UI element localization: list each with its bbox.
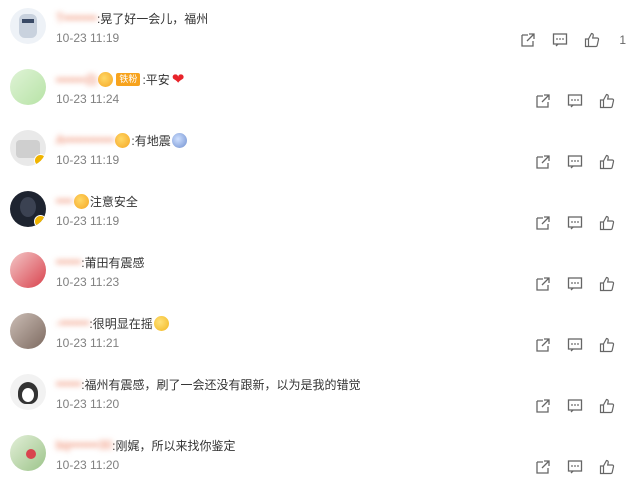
comment-text: 注意安全 <box>89 194 138 209</box>
avatar[interactable] <box>10 69 46 105</box>
username[interactable]: T•••••••• <box>56 11 97 25</box>
like-icon[interactable] <box>598 458 616 476</box>
timestamp: 10-23 11:24 <box>56 92 120 106</box>
timestamp: 10-23 11:20 <box>56 397 120 411</box>
timestamp: 10-23 11:20 <box>56 458 120 472</box>
comment-text: :平安 <box>142 72 170 87</box>
fan-badge: 铁粉 <box>116 72 141 86</box>
comment-icon[interactable] <box>566 214 584 232</box>
thinking-emoji-icon <box>153 315 169 331</box>
share-icon[interactable] <box>534 214 552 232</box>
share-icon[interactable] <box>519 31 537 49</box>
comment-text: :晃了好一会儿，福州 <box>96 11 209 26</box>
comment-icon[interactable] <box>566 336 584 354</box>
timestamp: 10-23 11:19 <box>56 153 120 167</box>
comment-icon[interactable] <box>551 31 569 49</box>
verified-badge-icon <box>34 154 46 166</box>
username[interactable]: •••••••白 <box>56 71 97 88</box>
avatar[interactable] <box>10 252 46 288</box>
heart-icon: ❤ <box>171 71 185 88</box>
comment-text: :福州有震感，刷了一会还没有跟新，以为是我的错觉 <box>81 377 361 392</box>
username[interactable]: A•••••••••••• <box>56 133 114 147</box>
timestamp: 10-23 11:21 <box>56 336 120 350</box>
comment-text: :有地震 <box>131 133 171 148</box>
emoji-icon <box>73 193 89 209</box>
username[interactable]: •••••• <box>56 377 81 391</box>
like-icon[interactable] <box>598 214 616 232</box>
comment-row: •••••• :福州有震感，刷了一会还没有跟新，以为是我的错觉 10-23 11… <box>0 366 640 427</box>
comment-icon[interactable] <box>566 275 584 293</box>
share-icon[interactable] <box>534 397 552 415</box>
like-icon[interactable] <box>598 336 616 354</box>
timestamp: 10-23 11:23 <box>56 275 120 289</box>
share-icon[interactable] <box>534 275 552 293</box>
username[interactable]: bq•••••••30 <box>56 438 112 452</box>
share-icon[interactable] <box>534 153 552 171</box>
verified-badge-icon <box>34 215 46 227</box>
comment-row: T•••••••• :晃了好一会儿，福州 10-23 11:19 1 <box>0 0 640 61</box>
avatar[interactable] <box>10 8 46 44</box>
avatar[interactable] <box>10 435 46 471</box>
avatar[interactable] <box>10 130 46 166</box>
like-icon[interactable] <box>598 92 616 110</box>
comment-icon[interactable] <box>566 153 584 171</box>
comment-icon[interactable] <box>566 397 584 415</box>
emoji-icon <box>115 132 131 148</box>
comment-list: T•••••••• :晃了好一会儿，福州 10-23 11:19 1 •••••… <box>0 0 640 479</box>
username[interactable]: •••• <box>56 194 73 208</box>
timestamp: 10-23 11:19 <box>56 31 120 45</box>
avatar[interactable] <box>10 191 46 227</box>
comment-row: •••••• :莆田有震感 10-23 11:23 <box>0 244 640 305</box>
like-count: 1 <box>619 33 626 47</box>
comment-text: :刚娓，所以来找你鉴定 <box>112 438 236 453</box>
comment-row: •••••••白 铁粉 :平安 ❤ 10-23 11:24 <box>0 61 640 122</box>
scared-emoji-icon <box>171 132 187 148</box>
avatar[interactable] <box>10 374 46 410</box>
timestamp: 10-23 11:19 <box>56 214 120 228</box>
like-icon[interactable] <box>598 153 616 171</box>
share-icon[interactable] <box>534 336 552 354</box>
comment-text: :很明显在摇 <box>89 316 153 331</box>
share-icon[interactable] <box>534 92 552 110</box>
comment-icon[interactable] <box>566 92 584 110</box>
share-icon[interactable] <box>534 458 552 476</box>
comment-row: •••• 注意安全 10-23 11:19 <box>0 183 640 244</box>
like-icon[interactable] <box>598 275 616 293</box>
comment-text: :莆田有震感 <box>81 255 145 270</box>
avatar[interactable] <box>10 313 46 349</box>
comment-row: -••••••• :很明显在摇 10-23 11:21 <box>0 305 640 366</box>
emoji-icon <box>98 71 114 87</box>
like-icon[interactable] <box>598 397 616 415</box>
username[interactable]: -••••••• <box>56 316 89 330</box>
like-icon[interactable] <box>583 31 601 49</box>
username[interactable]: •••••• <box>56 255 81 269</box>
comment-row: A•••••••••••• :有地震 10-23 11:19 <box>0 122 640 183</box>
comment-icon[interactable] <box>566 458 584 476</box>
